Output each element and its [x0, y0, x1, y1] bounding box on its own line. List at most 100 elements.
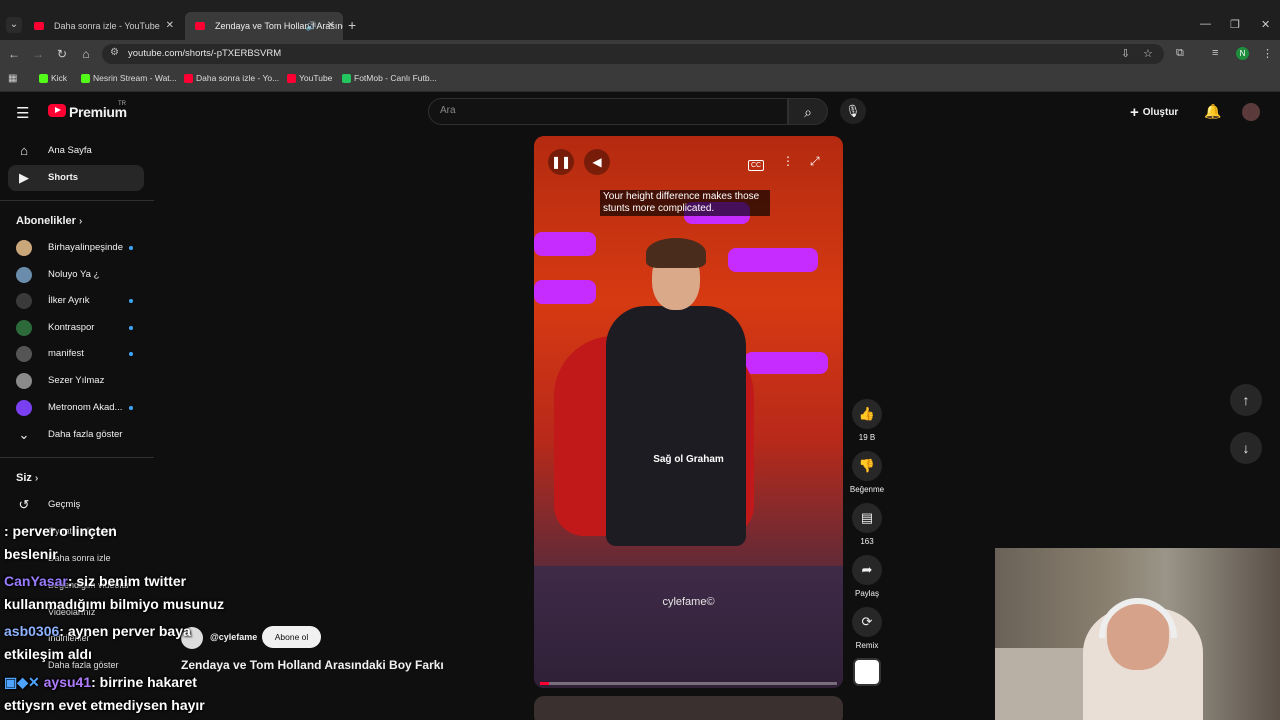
new-content-dot [129, 406, 133, 410]
share-icon[interactable]: ➦ [852, 555, 882, 585]
thumbs-up-icon[interactable]: 👍 [852, 399, 882, 429]
bookmark-watch-later[interactable]: Daha sonra izle - Yo... [184, 73, 279, 83]
shorts-icon: ▶ [19, 170, 29, 185]
like-count: 19 B [858, 433, 876, 442]
like-action[interactable]: 👍 19 B [852, 399, 882, 442]
channel-avatar [16, 400, 32, 416]
video-progress-bar[interactable] [540, 682, 837, 685]
sidebar-sub-kontraspor[interactable]: Kontraspor [8, 315, 144, 341]
sound-thumbnail[interactable] [853, 658, 881, 686]
share-label: Paylaş [854, 589, 879, 598]
bg-light-bar [534, 232, 596, 256]
sidebar-item-history[interactable]: ↺ Geçmiş [8, 492, 144, 518]
minimize-icon[interactable]: — [1200, 18, 1211, 30]
volume-icon[interactable]: ◀ [584, 149, 610, 175]
chat-message: CanYasar: siz benim twitter [4, 573, 187, 589]
tab-title: Zendaya ve Tom Holland Arasındaki Boy Fa… [215, 21, 343, 31]
chat-message: etkileşim aldı [4, 646, 92, 662]
progress-fill [540, 682, 549, 685]
search-input[interactable] [428, 98, 788, 125]
sidebar-sub-manifest[interactable]: manifest [8, 341, 144, 367]
sidebar-sub-noluyo-ya[interactable]: Noluyo Ya ¿ [8, 262, 144, 288]
guest-hair [646, 238, 706, 268]
tab-search-button[interactable]: ⌄ [6, 17, 22, 33]
channel-handle[interactable]: @cylefame [210, 632, 257, 642]
browser-tab-active[interactable]: Zendaya ve Tom Holland Arasındaki Boy Fa… [185, 12, 343, 40]
bg-light-bar [744, 352, 828, 374]
remix-icon[interactable]: ⟳ [852, 607, 882, 637]
channel-avatar [16, 267, 32, 283]
search-icon[interactable]: ⌕ [788, 98, 828, 125]
notifications-bell-icon[interactable]: 🔔 [1204, 103, 1221, 120]
new-content-dot [129, 299, 133, 303]
share-action[interactable]: ➦ Paylaş [852, 555, 882, 598]
channel-avatar [16, 373, 32, 389]
short-video-player[interactable]: Your height difference makes those stunt… [534, 136, 843, 688]
captions-icon[interactable]: CC [748, 160, 765, 171]
sidebar-item-shorts[interactable]: ▶ Shorts [8, 165, 144, 191]
more-options-icon[interactable]: ⋮ [782, 154, 794, 168]
bookmark-nesrin-stream[interactable]: Nesrin Stream - Wat... [81, 73, 177, 83]
bookmark-youtube[interactable]: YouTube [287, 73, 332, 83]
home-browser-icon[interactable]: ⌂ [78, 45, 94, 63]
next-short-preview[interactable] [534, 696, 843, 720]
audio-playing-icon[interactable]: 🔊 [306, 12, 317, 40]
you-heading[interactable]: Siz › [16, 472, 38, 484]
sidebar-sub-birhayalinpesinde[interactable]: Birhayalinpeşinde [8, 235, 144, 261]
dislike-action[interactable]: 👎 Beğenme [850, 451, 884, 494]
profile-avatar[interactable]: N [1236, 47, 1249, 60]
sidebar-sub-metronom[interactable]: Metronom Akad... [8, 395, 144, 421]
user-avatar[interactable] [1242, 103, 1260, 121]
close-tab-icon[interactable]: ✕ [166, 12, 174, 40]
chat-message: asb0306: aynen perver baya [4, 623, 191, 639]
channel-avatar [16, 293, 32, 309]
forward-icon[interactable]: → [30, 45, 46, 63]
apps-grid-icon[interactable]: ▦ [8, 73, 17, 84]
sidebar-sub-ilker-ayrik[interactable]: İlker Ayrık [8, 288, 144, 314]
sidebar-item-home[interactable]: ⌂ Ana Sayfa [8, 138, 144, 164]
browser-menu-icon[interactable]: ⋮ [1262, 47, 1273, 60]
back-icon[interactable]: ← [6, 45, 22, 63]
remix-action[interactable]: ⟳ Remix [852, 607, 882, 650]
bookmark-star-icon[interactable]: ☆ [1143, 47, 1153, 60]
site-info-icon[interactable]: ⚙ [110, 47, 119, 58]
bookmark-fotmob[interactable]: FotMob - Canlı Futb... [342, 73, 437, 83]
youtube-logo-icon[interactable] [48, 104, 66, 117]
previous-short-button[interactable]: ↑ [1230, 384, 1262, 416]
chat-message: ettiysrn evet etmediysen hayır [4, 697, 205, 713]
thumbs-down-icon[interactable]: 👎 [852, 451, 882, 481]
studio-floor [534, 566, 843, 688]
bookmark-kick[interactable]: Kick [39, 73, 67, 83]
microphone-icon[interactable]: 🎙 [840, 98, 866, 124]
chat-message: ▣◆✕ aysu41: birrine hakaret [4, 674, 197, 690]
sidebar-sub-sezer-yilmaz[interactable]: Sezer Yılmaz [8, 368, 144, 394]
sidebar-show-more[interactable]: ⌄ Daha fazla göster [8, 422, 144, 448]
browser-tab-watch-later[interactable]: Daha sonra izle - YouTube ✕ [24, 12, 182, 40]
extensions-icon[interactable]: ⧉ [1176, 47, 1184, 60]
maximize-icon[interactable]: ❐ [1230, 18, 1240, 31]
pause-icon[interactable]: ❚❚ [548, 149, 574, 175]
channel-avatar [16, 320, 32, 336]
next-short-button[interactable]: ↓ [1230, 432, 1262, 464]
comments-action[interactable]: ▤ 163 [852, 503, 882, 546]
caption-overlay: Your height difference makes those stunt… [600, 190, 770, 216]
remix-label: Remix [855, 641, 879, 650]
fullscreen-icon[interactable]: ⤢ [810, 154, 820, 169]
guide-menu-icon[interactable]: ☰ [16, 104, 29, 122]
subscriptions-heading[interactable]: Abonelikler › [16, 215, 82, 227]
sidebar-divider [0, 457, 154, 458]
close-window-icon[interactable]: ✕ [1261, 18, 1270, 31]
create-button[interactable]: + Oluştur [1130, 104, 1178, 121]
media-control-icon[interactable]: ≡ [1212, 47, 1218, 59]
install-app-icon[interactable]: ⇩ [1121, 47, 1130, 60]
bg-light-bar [728, 248, 818, 272]
close-tab-icon[interactable]: ✕ [327, 12, 335, 40]
subscribe-button[interactable]: Abone ol [262, 626, 321, 648]
url-text[interactable]: youtube.com/shorts/-pTXERBSVRM [128, 48, 281, 59]
comment-icon[interactable]: ▤ [852, 503, 882, 533]
guest-figure [606, 306, 746, 546]
short-title[interactable]: Zendaya ve Tom Holland Arasındaki Boy Fa… [181, 658, 444, 672]
tab-title: Daha sonra izle - YouTube [54, 21, 160, 31]
reload-icon[interactable]: ↻ [54, 45, 70, 63]
new-tab-button[interactable]: + [348, 17, 356, 33]
